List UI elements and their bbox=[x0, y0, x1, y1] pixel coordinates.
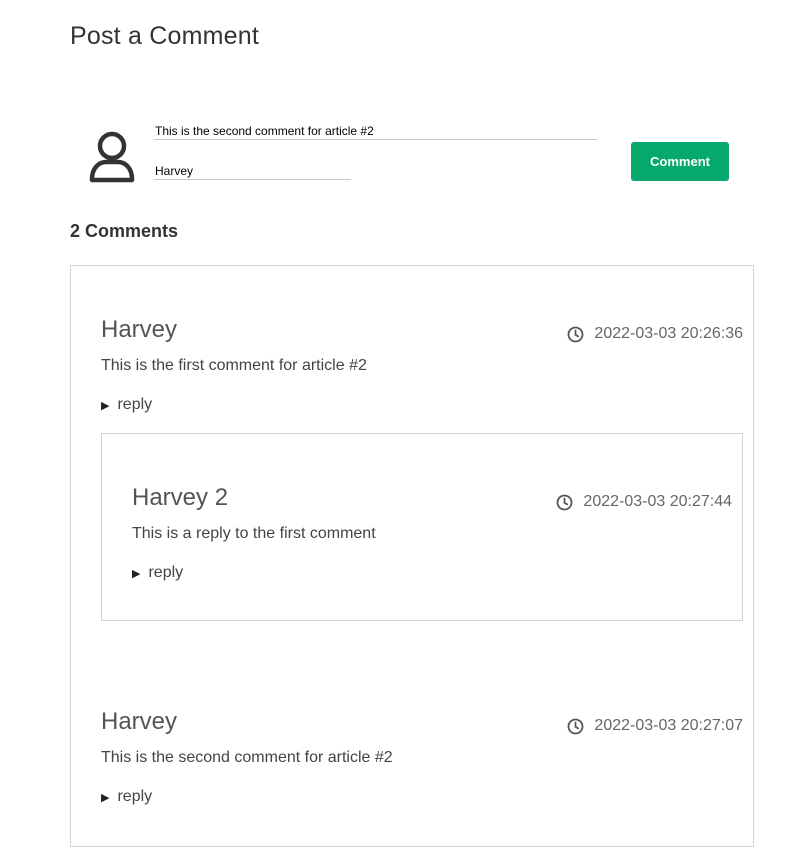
comment-author: Harvey bbox=[101, 316, 178, 343]
comment-body: This is the first comment for article #2 bbox=[101, 357, 367, 374]
reply-body: This is a reply to the first comment bbox=[132, 525, 376, 542]
page-title: Post a Comment bbox=[70, 22, 259, 50]
comments-list: Harvey 2022-03-03 20:26:36 This is the f… bbox=[70, 265, 754, 847]
comment-timestamp: 2022-03-03 20:27:07 bbox=[567, 717, 743, 735]
triangle-right-icon: ▶ bbox=[101, 791, 110, 804]
reply-author: Harvey 2 bbox=[132, 484, 229, 511]
reply-label: reply bbox=[117, 396, 153, 413]
reply-toggle[interactable]: ▶ reply bbox=[101, 788, 152, 806]
clock-icon bbox=[556, 494, 573, 511]
comment-body: This is the second comment for article #… bbox=[101, 749, 393, 766]
comment-author: Harvey bbox=[101, 708, 178, 735]
comment-form: Comment bbox=[70, 118, 740, 198]
triangle-right-icon: ▶ bbox=[101, 399, 110, 412]
comments-count-heading: 2 Comments bbox=[70, 221, 179, 241]
reply-toggle[interactable]: ▶ reply bbox=[132, 564, 183, 582]
triangle-right-icon: ▶ bbox=[132, 567, 141, 580]
reply-label: reply bbox=[117, 788, 153, 805]
clock-icon bbox=[567, 326, 584, 343]
comment-timestamp: 2022-03-03 20:26:36 bbox=[567, 325, 743, 343]
reply-item: Harvey 2 2022-03-03 20:27:44 This is a r… bbox=[101, 433, 743, 621]
timestamp-text: 2022-03-03 20:27:07 bbox=[594, 717, 743, 734]
comment-item: Harvey 2022-03-03 20:27:07 This is the s… bbox=[71, 658, 753, 838]
reply-toggle[interactable]: ▶ reply bbox=[101, 396, 152, 414]
name-input[interactable] bbox=[154, 162, 351, 180]
timestamp-text: 2022-03-03 20:26:36 bbox=[594, 325, 743, 342]
comment-item: Harvey 2022-03-03 20:26:36 This is the f… bbox=[71, 266, 753, 626]
clock-icon bbox=[567, 718, 584, 735]
user-avatar-icon bbox=[88, 130, 136, 184]
reply-timestamp: 2022-03-03 20:27:44 bbox=[556, 493, 732, 511]
timestamp-text: 2022-03-03 20:27:44 bbox=[583, 493, 732, 510]
comment-text-input[interactable] bbox=[154, 122, 597, 140]
comment-submit-button[interactable]: Comment bbox=[631, 142, 729, 181]
reply-label: reply bbox=[148, 564, 184, 581]
